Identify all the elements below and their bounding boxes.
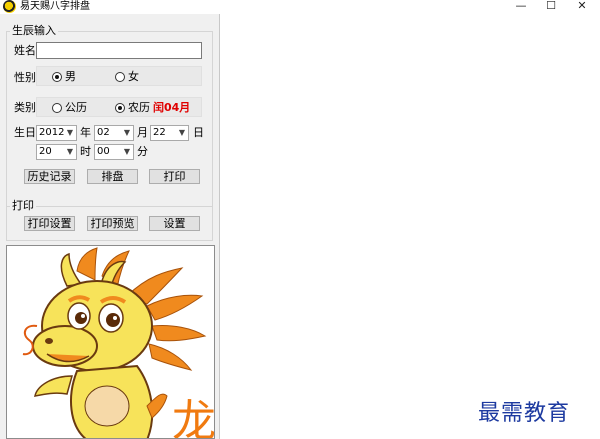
year-unit: 年 [80, 126, 91, 139]
hour-value: 20 [39, 146, 52, 157]
print-button[interactable]: 打印 [149, 169, 200, 184]
leap-month-text: 闰04月 [153, 101, 191, 114]
print-preview-button[interactable]: 打印预览 [87, 216, 138, 231]
settings-button[interactable]: 设置 [149, 216, 200, 231]
chevron-down-icon: ▼ [66, 128, 74, 137]
month-unit: 月 [137, 126, 148, 139]
gender-female-label[interactable]: 女 [128, 70, 139, 84]
watermark-text: 最需教育 [478, 401, 571, 426]
app-yin-yang-icon [3, 0, 16, 13]
calendar-lunar-radio[interactable] [115, 103, 125, 113]
hour-unit: 时 [80, 145, 91, 158]
title-bar: 易天赐八字排盘 — ☐ ✕ [0, 0, 600, 14]
arrange-chart-button[interactable]: 排盘 [87, 169, 138, 184]
chevron-down-icon: ▼ [66, 147, 74, 156]
dragon-mascot-icon: 龙 [22, 247, 215, 439]
print-settings-button[interactable]: 打印设置 [24, 216, 75, 231]
calendar-type-label: 类别 [14, 101, 36, 114]
minute-unit: 分 [137, 145, 148, 158]
minute-select[interactable]: 00 ▼ [94, 144, 134, 160]
name-label: 姓名 [14, 44, 36, 57]
calendar-lunar-label[interactable]: 农历 [128, 101, 150, 115]
gender-male-label[interactable]: 男 [65, 70, 76, 84]
name-input[interactable] [36, 42, 202, 59]
hour-select[interactable]: 20 ▼ [36, 144, 77, 160]
chevron-down-icon: ▼ [178, 128, 186, 137]
chevron-down-icon: ▼ [123, 147, 131, 156]
year-value: 2012 [39, 127, 65, 138]
birthday-label: 生日 [14, 126, 36, 139]
minute-value: 00 [97, 146, 110, 157]
year-select[interactable]: 2012 ▼ [36, 125, 77, 141]
calendar-solar-label[interactable]: 公历 [65, 101, 87, 115]
calendar-solar-radio[interactable] [52, 103, 62, 113]
chevron-down-icon: ▼ [123, 128, 131, 137]
gender-male-radio[interactable] [52, 72, 62, 82]
zodiac-image-box: 龙 [6, 245, 215, 439]
month-value: 02 [97, 127, 110, 138]
window-title: 易天赐八字排盘 [20, 1, 90, 12]
month-select[interactable]: 02 ▼ [94, 125, 134, 141]
birth-input-group-title: 生辰输入 [10, 24, 58, 37]
close-button[interactable]: ✕ [566, 0, 598, 13]
minimize-button[interactable]: — [505, 0, 537, 13]
gender-female-radio[interactable] [115, 72, 125, 82]
gender-label: 性别 [14, 71, 36, 84]
day-select[interactable]: 22 ▼ [150, 125, 189, 141]
print-group-title: 打印 [10, 199, 36, 212]
day-value: 22 [153, 127, 166, 138]
day-unit: 日 [193, 126, 204, 139]
history-button[interactable]: 历史记录 [24, 169, 75, 184]
maximize-button[interactable]: ☐ [535, 0, 567, 13]
zodiac-character: 龙 [172, 396, 215, 439]
chart-output-area[interactable] [219, 14, 600, 439]
